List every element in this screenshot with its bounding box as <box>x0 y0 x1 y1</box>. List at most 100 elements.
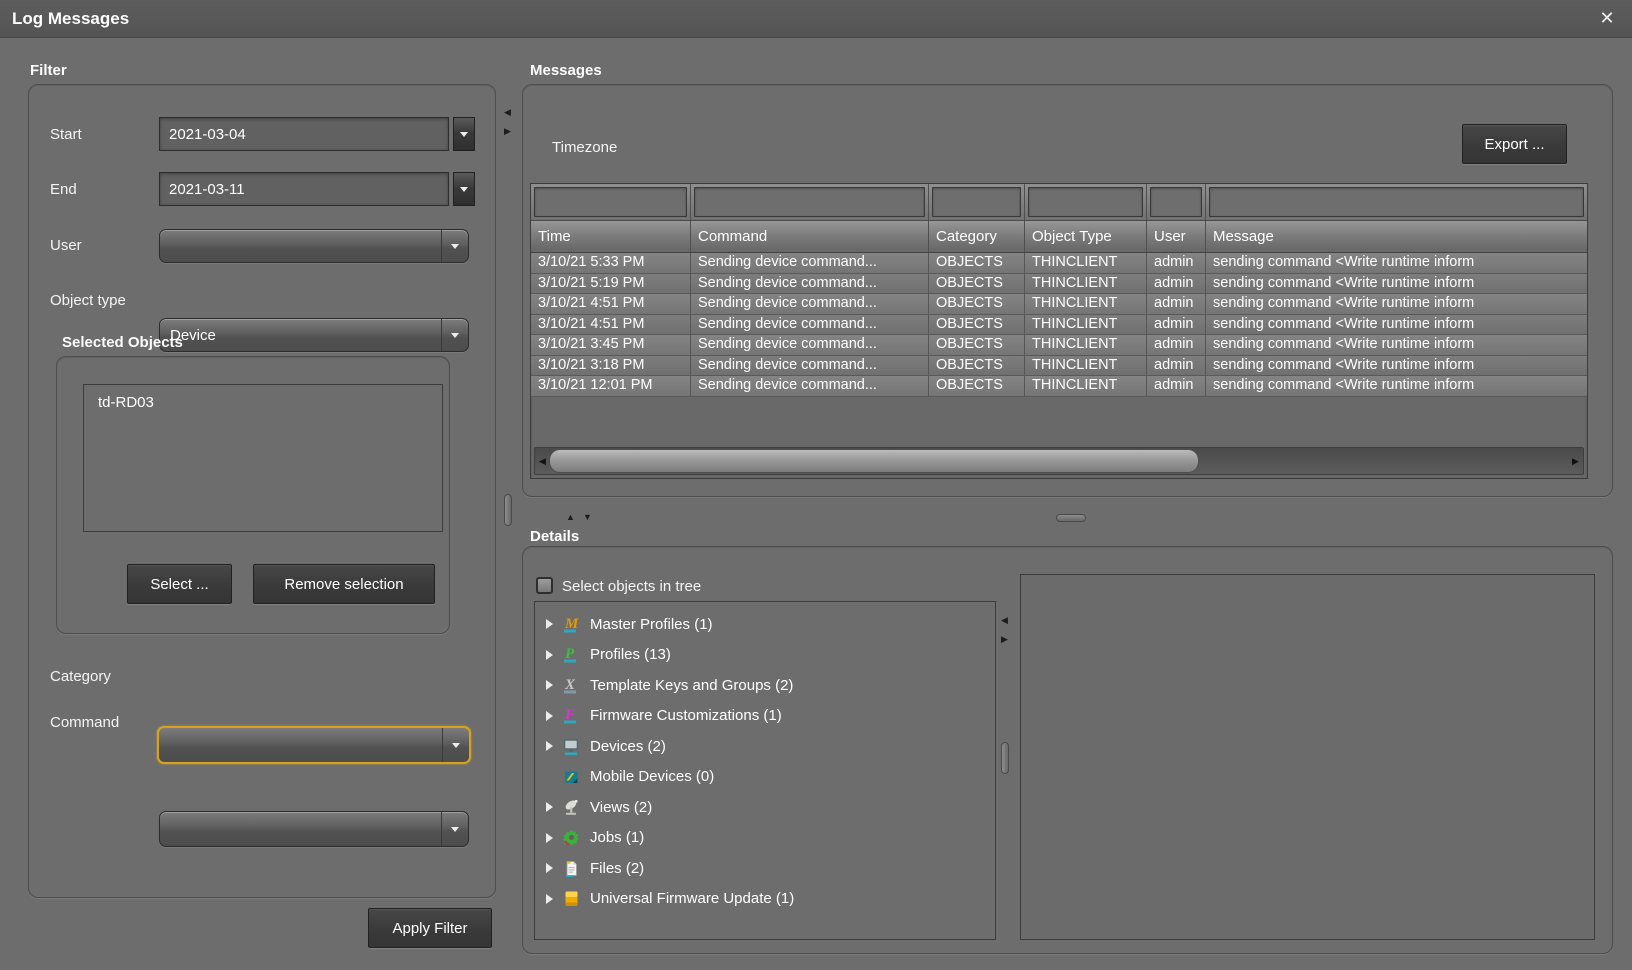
select-button[interactable]: Select ... <box>127 564 232 604</box>
table-row[interactable]: 3/10/21 12:01 PM Sending device command.… <box>531 376 1587 397</box>
column-header-command[interactable]: Command <box>691 221 929 252</box>
table-row[interactable]: 3/10/21 3:18 PM Sending device command..… <box>531 356 1587 377</box>
cell-object-type: THINCLIENT <box>1025 376 1147 396</box>
command-combo[interactable] <box>159 811 469 847</box>
user-combo[interactable] <box>159 229 469 263</box>
expander-icon[interactable] <box>546 619 553 629</box>
column-header-user[interactable]: User <box>1147 221 1206 252</box>
start-label: Start <box>50 126 82 143</box>
devices-icon <box>562 737 582 756</box>
chevron-down-icon <box>460 132 468 141</box>
column-filter-message-input[interactable] <box>1209 187 1584 217</box>
tree-item[interactable]: F Firmware Customizations (1) <box>535 701 995 732</box>
tree-item[interactable]: Views (2) <box>535 792 995 823</box>
expander-icon[interactable] <box>546 802 553 812</box>
close-icon[interactable]: ✕ <box>1594 8 1620 29</box>
end-date-field[interactable]: 2021-03-11 <box>159 172 449 206</box>
mobile-devices-icon <box>562 767 582 786</box>
cell-user: admin <box>1147 253 1206 273</box>
tree-item[interactable]: Files (2) <box>535 853 995 884</box>
cell-category: OBJECTS <box>929 376 1025 396</box>
cell-category: OBJECTS <box>929 315 1025 335</box>
chevron-down-icon[interactable] <box>441 812 468 846</box>
column-filter-time-input[interactable] <box>534 187 687 217</box>
tree-item[interactable]: M Master Profiles (1) <box>535 609 995 640</box>
expander-icon[interactable] <box>546 711 553 721</box>
select-objects-checkbox[interactable] <box>536 577 553 594</box>
tree-item[interactable]: P Profiles (13) <box>535 640 995 671</box>
cell-user: admin <box>1147 294 1206 314</box>
column-filter-user-input[interactable] <box>1150 187 1202 217</box>
table-filter-cell <box>691 184 929 220</box>
files-icon <box>562 859 582 878</box>
chevron-down-icon[interactable] <box>441 230 468 262</box>
apply-filter-button[interactable]: Apply Filter <box>368 908 492 948</box>
template-keys-icon: X <box>562 676 582 695</box>
column-filter-category-input[interactable] <box>932 187 1021 217</box>
selected-objects-list[interactable]: td-RD03 <box>83 384 443 532</box>
details-splitter-handle[interactable] <box>1001 742 1009 774</box>
end-date-dropdown-button[interactable] <box>453 172 475 206</box>
cell-object-type: THINCLIENT <box>1025 356 1147 376</box>
scrollbar-thumb[interactable] <box>549 449 1199 473</box>
tree-item[interactable]: Universal Firmware Update (1) <box>535 884 995 915</box>
object-type-combo[interactable]: Device <box>159 318 469 352</box>
vertical-splitter-handle[interactable] <box>504 494 512 526</box>
column-header-object-type[interactable]: Object Type <box>1025 221 1147 252</box>
cell-command: Sending device command... <box>691 335 929 355</box>
category-combo[interactable] <box>157 726 471 764</box>
scroll-left-icon[interactable]: ◀ <box>535 448 550 474</box>
collapse-left-icon[interactable]: ◀ <box>504 108 511 117</box>
expander-icon[interactable] <box>546 833 553 843</box>
cell-user: admin <box>1147 356 1206 376</box>
remove-selection-button[interactable]: Remove selection <box>253 564 435 604</box>
views-icon <box>562 798 582 817</box>
cell-object-type: THINCLIENT <box>1025 253 1147 273</box>
expander-icon[interactable] <box>546 680 553 690</box>
collapse-left-icon[interactable]: ◀ <box>1001 616 1008 625</box>
start-date-dropdown-button[interactable] <box>453 117 475 151</box>
tree-item[interactable]: Jobs (1) <box>535 823 995 854</box>
cell-object-type: THINCLIENT <box>1025 294 1147 314</box>
tree-item[interactable]: X Template Keys and Groups (2) <box>535 670 995 701</box>
table-row[interactable]: 3/10/21 3:45 PM Sending device command..… <box>531 335 1587 356</box>
table-filter-cell <box>531 184 691 220</box>
details-section-label: Details <box>530 528 579 545</box>
cell-message: sending command <Write runtime inform <box>1206 356 1587 376</box>
cell-time: 3/10/21 4:51 PM <box>531 315 691 335</box>
list-item[interactable]: td-RD03 <box>84 385 442 411</box>
expander-icon[interactable] <box>546 863 553 873</box>
cell-time: 3/10/21 5:33 PM <box>531 253 691 273</box>
collapse-up-icon[interactable]: ▲ <box>566 513 575 522</box>
expander-icon[interactable] <box>546 741 553 751</box>
scroll-right-icon[interactable]: ▶ <box>1568 448 1583 474</box>
table-row[interactable]: 3/10/21 4:51 PM Sending device command..… <box>531 315 1587 336</box>
horizontal-splitter-handle[interactable] <box>1056 514 1086 522</box>
collapse-right-icon[interactable]: ▶ <box>504 127 511 136</box>
table-row[interactable]: 3/10/21 5:33 PM Sending device command..… <box>531 253 1587 274</box>
column-header-time[interactable]: Time <box>531 221 691 252</box>
cell-command: Sending device command... <box>691 294 929 314</box>
cell-time: 3/10/21 4:51 PM <box>531 294 691 314</box>
export-button[interactable]: Export ... <box>1462 124 1567 164</box>
collapse-down-icon[interactable]: ▼ <box>583 513 592 522</box>
tree-item[interactable]: Mobile Devices (0) <box>535 762 995 793</box>
expander-icon[interactable] <box>546 894 553 904</box>
cell-time: 3/10/21 3:45 PM <box>531 335 691 355</box>
collapse-right-icon[interactable]: ▶ <box>1001 635 1008 644</box>
column-filter-object-type-input[interactable] <box>1028 187 1143 217</box>
table-header-row: TimeCommandCategoryObject TypeUserMessag… <box>531 221 1587 253</box>
tree-item[interactable]: Devices (2) <box>535 731 995 762</box>
column-filter-command-input[interactable] <box>694 187 925 217</box>
table-row[interactable]: 3/10/21 5:19 PM Sending device command..… <box>531 274 1587 295</box>
horizontal-scrollbar[interactable]: ◀ ▶ <box>534 447 1584 475</box>
chevron-down-icon[interactable] <box>442 728 469 762</box>
column-header-message[interactable]: Message <box>1206 221 1587 252</box>
expander-icon[interactable] <box>546 650 553 660</box>
table-row[interactable]: 3/10/21 4:51 PM Sending device command..… <box>531 294 1587 315</box>
cell-command: Sending device command... <box>691 356 929 376</box>
object-type-label: Object type <box>50 292 126 309</box>
column-header-category[interactable]: Category <box>929 221 1025 252</box>
start-date-field[interactable]: 2021-03-04 <box>159 117 449 151</box>
chevron-down-icon[interactable] <box>441 319 468 351</box>
